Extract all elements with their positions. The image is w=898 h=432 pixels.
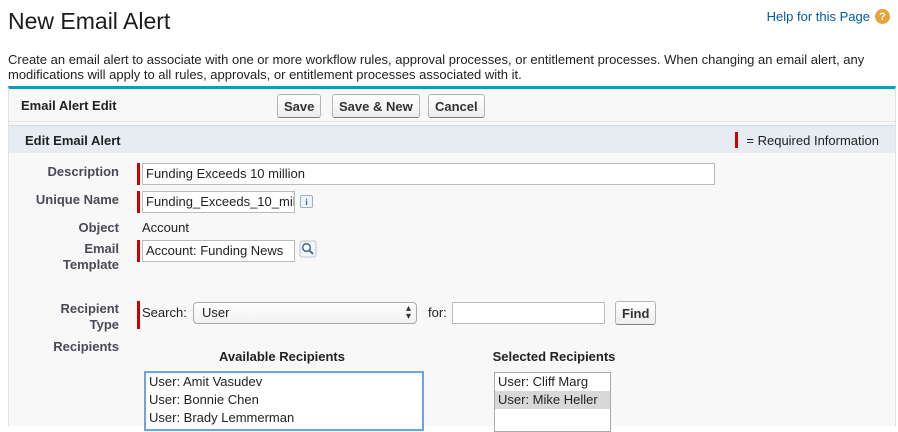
required-marker [137, 240, 140, 262]
intro-text: Create an email alert to associate with … [8, 52, 865, 82]
recipient-type-select[interactable]: User ▴ ▾ [193, 302, 417, 324]
required-marker [137, 191, 140, 213]
list-item[interactable]: User: Mike Heller [495, 391, 610, 409]
list-item[interactable]: User: Cliff Marg [495, 373, 610, 391]
page-title: New Email Alert [8, 8, 171, 34]
required-legend-text: = Required Information [746, 132, 879, 148]
list-item[interactable]: User: Bonnie Chen [146, 391, 422, 409]
panel-header: Email Alert Edit Save Save & New Cancel [9, 89, 895, 122]
recipient-type-label-line2: Type [89, 317, 119, 332]
save-button[interactable]: Save [277, 94, 322, 118]
section-title: Edit Email Alert [25, 133, 121, 148]
email-template-input[interactable]: Account: Funding News [142, 240, 295, 262]
recipient-type-label: Recipient Type [0, 301, 119, 333]
selected-recipients-header: Selected Recipients [492, 349, 616, 364]
recipient-search-input[interactable] [452, 302, 605, 324]
list-item[interactable]: User: Amit Vasudev [146, 373, 422, 391]
recipients-label: Recipients [53, 339, 119, 354]
recipient-type-select-value: User [202, 305, 230, 320]
save-new-button[interactable]: Save & New [332, 94, 420, 118]
required-marker [137, 163, 140, 185]
help-link[interactable]: Help for this Page ? [767, 9, 890, 24]
find-button[interactable]: Find [615, 301, 657, 325]
unique-name-label: Unique Name [35, 192, 119, 207]
question-icon: ? [875, 9, 890, 24]
available-recipients-list[interactable]: User: Amit Vasudev User: Bonnie Chen Use… [144, 371, 424, 431]
description-input[interactable]: Funding Exceeds 10 million [142, 163, 715, 185]
email-alert-edit-panel: Email Alert Edit Save Save & New Cancel … [8, 86, 896, 432]
panel-title: Email Alert Edit [21, 98, 117, 113]
email-template-label: Email Template [0, 241, 119, 273]
magnifier-icon[interactable] [299, 240, 317, 258]
required-marker [137, 301, 140, 329]
required-bar [735, 132, 739, 148]
available-recipients-header: Available Recipients [219, 349, 345, 364]
section-header: Edit Email Alert = Required Information [9, 125, 895, 153]
description-label: Description [47, 164, 119, 179]
select-arrows-icon: ▴ ▾ [405, 303, 411, 322]
search-label: Search: [142, 305, 187, 320]
recipient-type-label-line1: Recipient [60, 301, 119, 316]
selected-recipients-list[interactable]: User: Cliff Marg User: Mike Heller [494, 372, 611, 432]
email-template-label-line2: Template [62, 257, 119, 272]
email-template-label-line1: Email [84, 241, 119, 256]
help-link-label: Help for this Page [766, 9, 870, 24]
object-value: Account [142, 220, 189, 235]
list-item[interactable]: User: Brady Lemmerman [146, 409, 422, 427]
info-icon[interactable]: i [300, 195, 313, 208]
cancel-button[interactable]: Cancel [428, 94, 485, 118]
object-label: Object [78, 220, 119, 235]
unique-name-input[interactable]: Funding_Exceeds_10_million [142, 191, 295, 213]
required-legend: = Required Information [735, 132, 879, 148]
for-label: for: [428, 305, 447, 320]
